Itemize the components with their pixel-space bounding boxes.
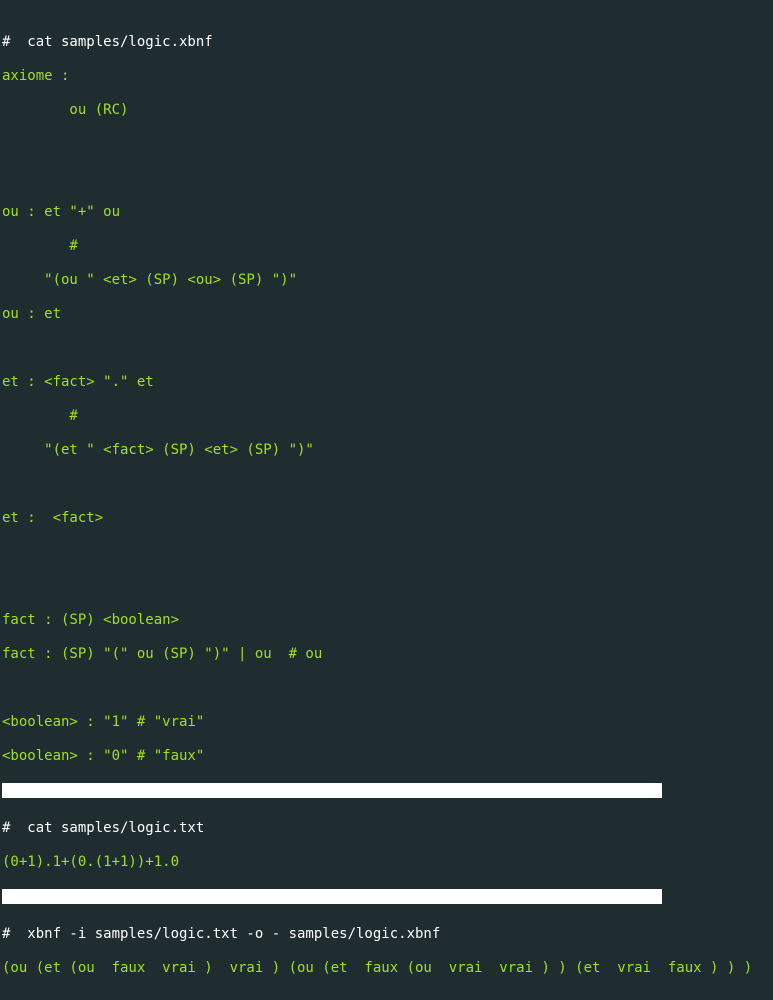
output-line xyxy=(2,544,771,561)
cmd-cat-xbnf: # cat samples/logic.xbnf xyxy=(2,34,771,51)
output-line: <boolean> : "1" # "vrai" xyxy=(2,714,771,731)
output-line xyxy=(2,340,771,357)
output-line xyxy=(2,578,771,595)
output-line: "(ou " <et> (SP) <ou> (SP) ")" xyxy=(2,272,771,289)
output-line: et : <fact> "." et xyxy=(2,374,771,391)
output-line: # xyxy=(2,408,771,425)
cmd-xbnf: # xbnf -i samples/logic.txt -o - samples… xyxy=(2,926,771,943)
output-line: ou : et xyxy=(2,306,771,323)
output-line: fact : (SP) "(" ou (SP) ")" | ou # ou xyxy=(2,646,771,663)
terminal[interactable]: # cat samples/logic.xbnf axiome : ou (RC… xyxy=(0,17,773,994)
output-line: (0+1).1+(0.(1+1))+1.0 xyxy=(2,854,771,871)
output-line: fact : (SP) <boolean> xyxy=(2,612,771,629)
cmd-cat-txt: # cat samples/logic.txt xyxy=(2,820,771,837)
highlight-bar xyxy=(2,888,771,909)
highlight-bar xyxy=(2,782,771,803)
output-line: # xyxy=(2,238,771,255)
output-line: axiome : xyxy=(2,68,771,85)
output-line: <boolean> : "0" # "faux" xyxy=(2,748,771,765)
output-line: et : <fact> xyxy=(2,510,771,527)
output-line xyxy=(2,476,771,493)
output-line: (ou (et (ou faux vrai ) vrai ) (ou (et f… xyxy=(2,960,771,977)
output-line xyxy=(2,170,771,187)
output-line: ou (RC) xyxy=(2,102,771,119)
output-line: ou : et "+" ou xyxy=(2,204,771,221)
output-line xyxy=(2,136,771,153)
output-line: "(et " <fact> (SP) <et> (SP) ")" xyxy=(2,442,771,459)
output-line xyxy=(2,680,771,697)
